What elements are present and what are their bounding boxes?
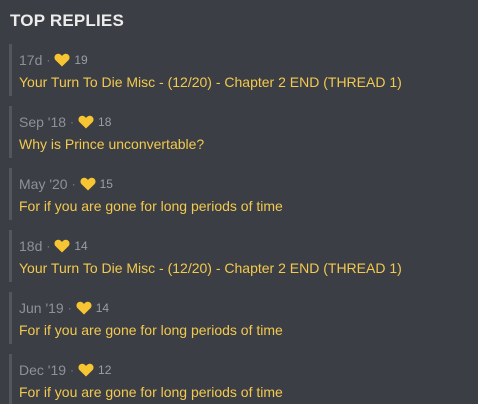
separator-dot: · bbox=[67, 301, 72, 315]
like-count: 14 bbox=[95, 301, 110, 315]
reply-date: 18d bbox=[19, 238, 43, 254]
separator-dot: · bbox=[46, 53, 51, 67]
heart-icon bbox=[78, 363, 94, 377]
section-heading: TOP REPLIES bbox=[10, 11, 124, 30]
reply-meta: 17d · 19 bbox=[19, 52, 88, 68]
reply-item[interactable]: Dec '19 · 12 For if you are gone for lon… bbox=[9, 354, 469, 404]
heart-icon bbox=[54, 239, 70, 253]
heart-icon bbox=[76, 301, 92, 315]
reply-item[interactable]: Jun '19 · 14 For if you are gone for lon… bbox=[9, 292, 469, 344]
top-replies-panel: TOP REPLIES 17d · 19 Your Turn To Die Mi… bbox=[0, 0, 478, 404]
reply-topic-link[interactable]: For if you are gone for long periods of … bbox=[19, 321, 283, 339]
heart-icon bbox=[80, 177, 96, 191]
reply-date: 17d bbox=[19, 52, 43, 68]
reply-meta: 18d · 14 bbox=[19, 238, 88, 254]
reply-item[interactable]: May '20 · 15 For if you are gone for lon… bbox=[9, 168, 469, 220]
reply-meta: May '20 · 15 bbox=[19, 176, 113, 192]
like-count: 19 bbox=[74, 53, 88, 67]
separator-dot: · bbox=[71, 177, 76, 191]
like-count: 15 bbox=[99, 177, 113, 191]
like-count: 12 bbox=[98, 363, 112, 377]
reply-topic-link[interactable]: Your Turn To Die Misc - (12/20) - Chapte… bbox=[19, 259, 402, 277]
reply-meta: Sep '18 · 18 bbox=[19, 114, 111, 130]
reply-date: Sep '18 bbox=[19, 114, 67, 130]
separator-dot: · bbox=[46, 239, 51, 253]
heart-icon bbox=[78, 115, 94, 129]
reply-meta: Jun '19 · 14 bbox=[19, 300, 109, 316]
reply-meta: Dec '19 · 12 bbox=[19, 362, 111, 378]
reply-item[interactable]: Sep '18 · 18 Why is Prince unconvertable… bbox=[9, 106, 469, 158]
reply-date: Dec '19 bbox=[19, 362, 67, 378]
separator-dot: · bbox=[70, 115, 75, 129]
reply-topic-link[interactable]: For if you are gone for long periods of … bbox=[19, 197, 283, 215]
reply-topic-link[interactable]: For if you are gone for long periods of … bbox=[19, 383, 283, 401]
reply-topic-link[interactable]: Your Turn To Die Misc - (12/20) - Chapte… bbox=[19, 73, 402, 91]
reply-date: Jun '19 bbox=[19, 300, 64, 316]
like-count: 14 bbox=[74, 239, 88, 253]
like-count: 18 bbox=[98, 115, 112, 129]
reply-item[interactable]: 18d · 14 Your Turn To Die Misc - (12/20)… bbox=[9, 230, 469, 282]
replies-list: 17d · 19 Your Turn To Die Misc - (12/20)… bbox=[9, 44, 469, 404]
reply-topic-link[interactable]: Why is Prince unconvertable? bbox=[19, 135, 204, 153]
heart-icon bbox=[54, 53, 70, 67]
separator-dot: · bbox=[70, 363, 75, 377]
reply-item[interactable]: 17d · 19 Your Turn To Die Misc - (12/20)… bbox=[9, 44, 469, 96]
reply-date: May '20 bbox=[19, 176, 68, 192]
